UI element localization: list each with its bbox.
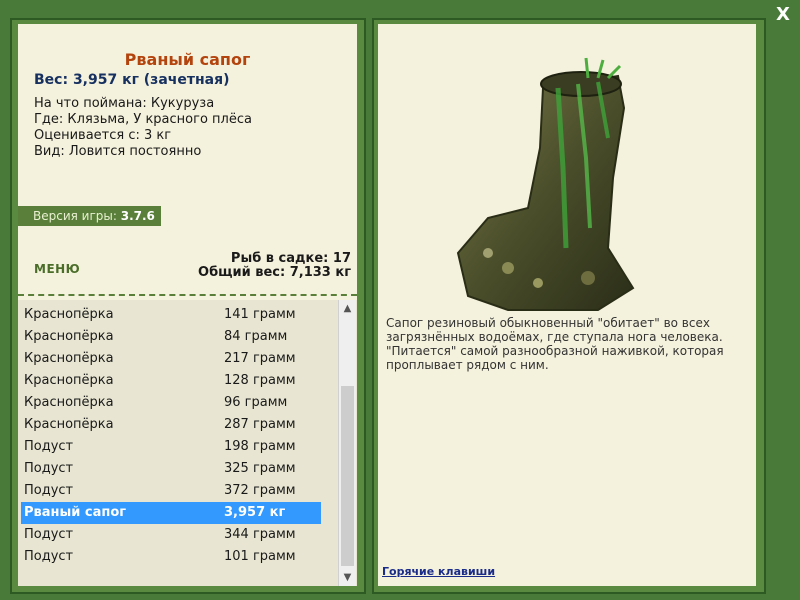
catch-list-scrollbar[interactable]: ▲ ▼ bbox=[338, 300, 356, 586]
list-item[interactable]: Подуст 198 грамм bbox=[21, 436, 321, 458]
list-item-weight: 217 грамм bbox=[224, 351, 296, 366]
rated-from: Оценивается с: 3 кг bbox=[34, 128, 172, 143]
list-item-weight: 372 грамм bbox=[224, 483, 296, 498]
scroll-up-icon[interactable]: ▲ bbox=[339, 300, 356, 317]
hotkeys-link[interactable]: Горячие клавиши bbox=[382, 565, 495, 578]
version-label: Версия игры: bbox=[33, 209, 117, 223]
list-item-weight: 84 грамм bbox=[224, 329, 288, 344]
list-item[interactable]: Краснопёрка 217 грамм bbox=[21, 348, 321, 370]
separator bbox=[18, 294, 357, 296]
scroll-thumb[interactable] bbox=[341, 386, 354, 566]
catch-list[interactable]: Подуст 101 грамм Подуст 344 грамм Рваный сап… bbox=[18, 300, 357, 586]
list-item-name: Подуст bbox=[24, 461, 74, 476]
list-item-name: Краснопёрка bbox=[24, 307, 114, 322]
list-item-weight: 198 грамм bbox=[224, 439, 296, 454]
list-item-name: Рваный сапог bbox=[24, 505, 127, 520]
list-item[interactable]: Краснопёрка 96 грамм bbox=[21, 392, 321, 414]
fish-weight: Вес: 3,957 кг (зачетная) bbox=[34, 72, 230, 88]
list-item-name: Краснопёрка bbox=[24, 417, 114, 432]
close-icon[interactable]: X bbox=[773, 4, 793, 26]
caught-on: На что поймана: Кукуруза bbox=[34, 96, 215, 111]
menu-button[interactable]: МЕНЮ bbox=[34, 262, 80, 276]
list-item[interactable]: Рваный сапог 3,957 кг bbox=[21, 502, 321, 524]
list-item[interactable]: Подуст 101 грамм bbox=[21, 546, 321, 568]
list-item-name: Подуст bbox=[24, 527, 74, 542]
list-item[interactable]: Краснопёрка 287 грамм bbox=[21, 414, 321, 436]
version-badge: Версия игры: 3.7.6 bbox=[18, 206, 161, 226]
cage-total-weight: Общий вес: 7,133 кг bbox=[198, 265, 351, 280]
torn-boot-image bbox=[456, 57, 635, 311]
list-item-name: Подуст bbox=[24, 483, 74, 498]
list-item-name: Подуст bbox=[24, 439, 74, 454]
cage-count: Рыб в садке: 17 bbox=[230, 251, 351, 266]
description-line: "Питается" самой разнообразной наживкой,… bbox=[386, 344, 724, 358]
list-item[interactable]: Краснопёрка 84 грамм bbox=[21, 326, 321, 348]
fish-description: Сапог резиновый обыкновенный "обитает" в… bbox=[386, 316, 746, 372]
list-item[interactable]: Подуст 325 грамм bbox=[21, 458, 321, 480]
list-item-weight: 287 грамм bbox=[224, 417, 296, 432]
list-item-name: Краснопёрка bbox=[24, 395, 114, 410]
list-item[interactable]: Подуст 372 грамм bbox=[21, 480, 321, 502]
list-item-name: Краснопёрка bbox=[24, 329, 114, 344]
list-item[interactable]: Краснопёрка 128 грамм bbox=[21, 370, 321, 392]
fish-title: Рваный сапог bbox=[124, 50, 251, 69]
list-item-weight: 3,957 кг bbox=[224, 505, 286, 520]
location: Где: Клязьма, У красного плёса bbox=[34, 112, 252, 127]
list-item-weight: 101 грамм bbox=[224, 549, 296, 564]
list-item-weight: 325 грамм bbox=[224, 461, 296, 476]
fish-info-panel: Рваный сапог Вес: 3,957 кг (зачетная) На… bbox=[18, 24, 357, 586]
list-item-weight: 96 грамм bbox=[224, 395, 288, 410]
scroll-down-icon[interactable]: ▼ bbox=[339, 569, 356, 586]
description-line: Сапог резиновый обыкновенный "обитает" в… bbox=[386, 316, 710, 330]
description-line: загрязнённых водоёмах, где ступала нога … bbox=[386, 330, 723, 344]
description-line: проплывает рядом с ним. bbox=[386, 358, 549, 372]
list-item-name: Краснопёрка bbox=[24, 351, 114, 366]
kind: Вид: Ловится постоянно bbox=[34, 144, 202, 159]
list-item-name: Подуст bbox=[24, 549, 74, 564]
fish-picture-panel: Сапог резиновый обыкновенный "обитает" в… bbox=[378, 24, 756, 586]
list-item-weight: 344 грамм bbox=[224, 527, 296, 542]
version-value: 3.7.6 bbox=[120, 209, 155, 223]
list-item[interactable]: Краснопёрка 141 грамм bbox=[21, 304, 321, 326]
list-item-name: Краснопёрка bbox=[24, 373, 114, 388]
list-item-weight: 141 грамм bbox=[224, 307, 296, 322]
list-item[interactable]: Подуст 344 грамм bbox=[21, 524, 321, 546]
list-item-weight: 128 грамм bbox=[224, 373, 296, 388]
